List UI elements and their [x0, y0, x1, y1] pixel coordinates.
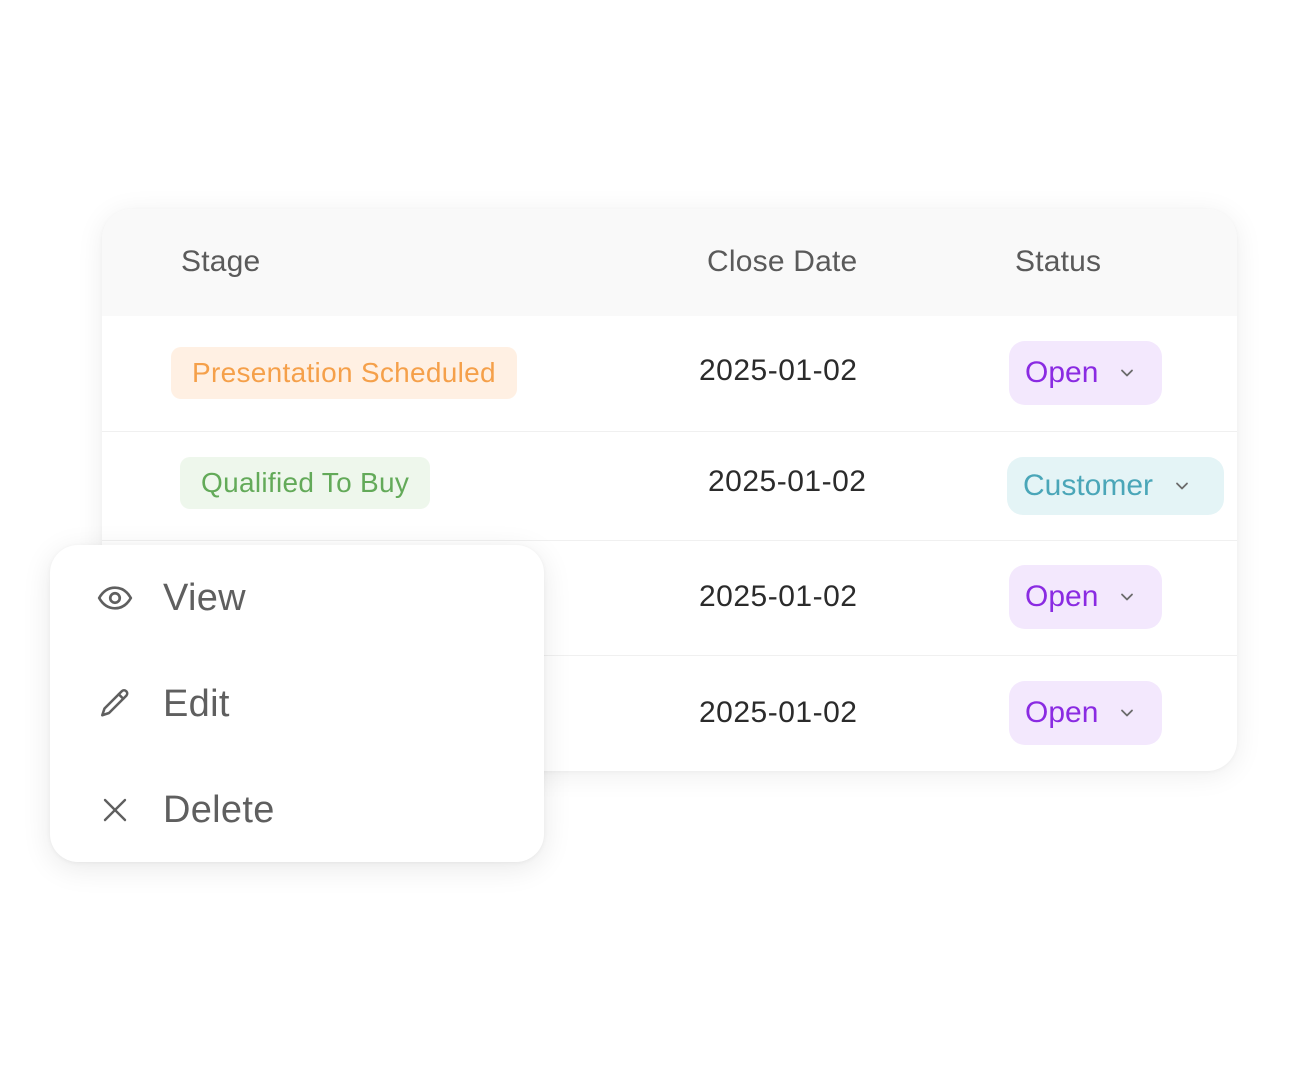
canvas: Stage Close Date Status Presentation Sch… — [0, 0, 1290, 1074]
chevron-down-icon — [1176, 482, 1188, 490]
close-icon — [96, 791, 134, 829]
menu-item-label: View — [163, 576, 246, 619]
menu-item-delete[interactable]: Delete — [50, 768, 544, 852]
menu-item-edit[interactable]: Edit — [50, 662, 544, 746]
status-label: Open — [1025, 696, 1099, 729]
close-date-cell: 2025-01-02 — [699, 696, 858, 729]
table-row[interactable]: Presentation Scheduled 2025-01-02 Open — [102, 316, 1237, 431]
column-header-stage: Stage — [181, 245, 261, 278]
column-header-status: Status — [1015, 245, 1102, 278]
status-label: Open — [1025, 356, 1099, 389]
status-dropdown[interactable]: Open — [1009, 565, 1162, 629]
close-date-cell: 2025-01-02 — [699, 580, 858, 613]
close-date-cell: 2025-01-02 — [699, 354, 858, 387]
close-date-cell: 2025-01-02 — [708, 465, 867, 498]
chevron-down-icon — [1121, 369, 1134, 377]
menu-item-label: Delete — [163, 788, 275, 831]
pencil-icon — [96, 685, 134, 723]
table-header: Stage Close Date Status — [102, 209, 1237, 316]
menu-item-view[interactable]: View — [50, 556, 544, 640]
status-label: Customer — [1023, 469, 1154, 502]
stage-badge: Presentation Scheduled — [171, 347, 517, 399]
table-row[interactable]: Qualified To Buy 2025-01-02 Customer — [102, 431, 1237, 541]
status-dropdown[interactable]: Open — [1009, 681, 1162, 745]
eye-icon — [96, 579, 134, 617]
status-dropdown[interactable]: Open — [1009, 341, 1162, 405]
status-dropdown[interactable]: Customer — [1007, 457, 1224, 515]
chevron-down-icon — [1121, 709, 1134, 717]
row-actions-menu: View Edit Delete — [50, 545, 544, 862]
menu-item-label: Edit — [163, 682, 230, 725]
column-header-close-date: Close Date — [707, 245, 858, 278]
status-label: Open — [1025, 580, 1099, 613]
chevron-down-icon — [1121, 593, 1134, 601]
stage-badge: Qualified To Buy — [180, 457, 431, 509]
